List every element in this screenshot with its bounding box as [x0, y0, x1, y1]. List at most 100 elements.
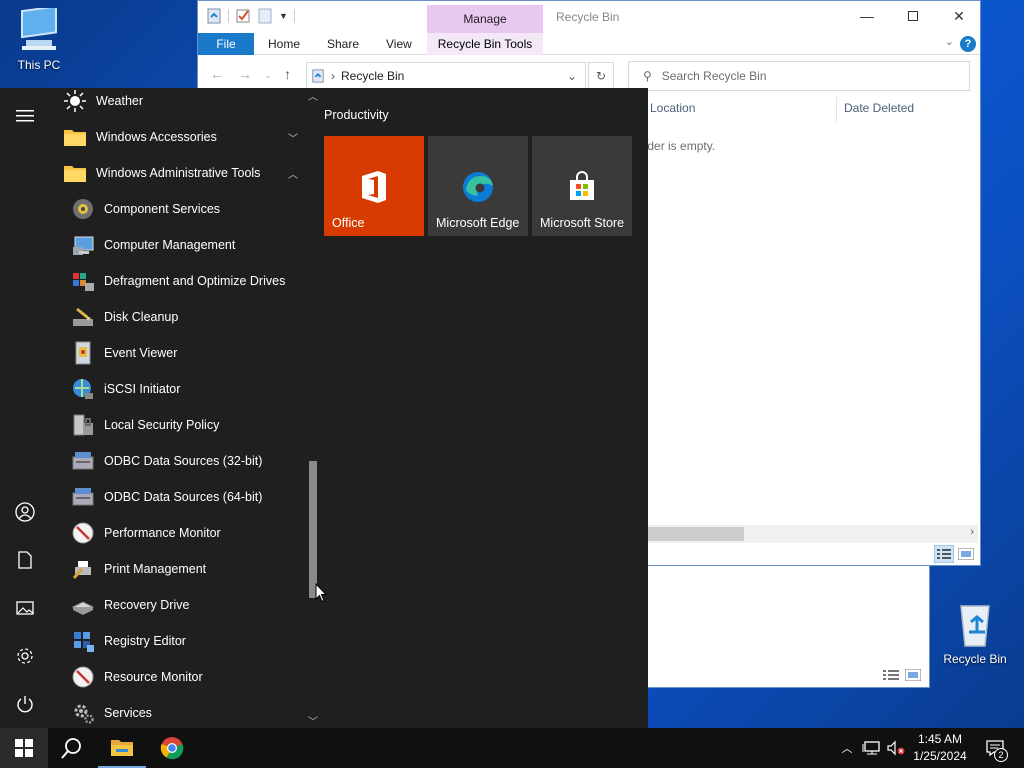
tile-microsoft-store[interactable]: Microsoft Store — [532, 136, 632, 236]
chevron-down-icon[interactable]: ⌄ — [945, 35, 954, 48]
refresh-button[interactable]: ↻ — [588, 62, 614, 90]
tile-label: Microsoft Store — [540, 216, 625, 230]
app-services[interactable]: Services — [50, 695, 306, 728]
show-hidden-icons-icon[interactable]: ︿ — [838, 740, 856, 756]
properties-icon[interactable] — [235, 8, 251, 24]
column-divider[interactable] — [836, 97, 837, 123]
app-label: Windows Administrative Tools — [96, 166, 261, 180]
minimize-icon: — — [860, 8, 874, 24]
weather-icon — [63, 89, 87, 113]
app-weather[interactable]: Weather — [50, 88, 306, 119]
app-odbc-64[interactable]: ODBC Data Sources (64-bit) — [50, 479, 306, 515]
folder-windows-accessories[interactable]: Windows Accessories ﹀ — [50, 119, 306, 155]
address-bar[interactable]: › Recycle Bin ⌄ — [306, 62, 586, 90]
app-event-viewer[interactable]: Event Viewer — [50, 335, 306, 371]
scrollbar-thumb[interactable] — [638, 527, 744, 541]
app-label: Component Services — [104, 202, 221, 216]
tab-recycle-bin-tools[interactable]: Recycle Bin Tools — [427, 33, 543, 55]
column-header-date-deleted[interactable]: Date Deleted — [844, 101, 914, 115]
pictures-button[interactable] — [13, 596, 37, 620]
app-component-services[interactable]: Component Services — [50, 191, 306, 227]
address-dropdown-icon[interactable]: ⌄ — [567, 69, 577, 83]
details-view-icon[interactable] — [934, 545, 954, 563]
close-button[interactable]: ✕ — [936, 1, 982, 31]
clock-time: 1:45 AM — [917, 732, 963, 746]
minimize-button[interactable]: — — [844, 1, 890, 31]
app-recovery-drive[interactable]: Recovery Drive — [50, 587, 306, 623]
tab-share[interactable]: Share — [327, 33, 359, 55]
app-odbc-32[interactable]: ODBC Data Sources (32-bit) — [50, 443, 306, 479]
tab-view[interactable]: View — [386, 33, 412, 55]
folder-windows-administrative-tools[interactable]: Windows Administrative Tools ︿ — [50, 155, 306, 191]
services-icon — [71, 701, 95, 725]
disk-cleanup-icon — [71, 305, 95, 329]
forward-arrow-icon[interactable]: → — [238, 66, 252, 82]
recycle-bin-small-icon[interactable] — [206, 8, 222, 24]
manage-contextual-tab[interactable]: Manage — [427, 5, 543, 33]
documents-button[interactable] — [13, 548, 37, 572]
taskbar-chrome[interactable] — [148, 728, 196, 768]
chevron-down-icon: ﹀ — [288, 133, 298, 145]
app-disk-cleanup[interactable]: Disk Cleanup — [50, 299, 306, 335]
tile-office[interactable]: Office — [324, 136, 424, 236]
desktop-icon-recycle-bin[interactable]: Recycle Bin — [936, 600, 1014, 666]
address-text: Recycle Bin — [341, 69, 405, 83]
app-registry-editor[interactable]: Registry Editor — [50, 623, 306, 659]
app-label: Services — [104, 706, 152, 720]
app-label: Windows Accessories — [96, 130, 217, 144]
start-button[interactable] — [0, 728, 48, 768]
tab-file[interactable]: File — [198, 33, 254, 55]
details-view-icon[interactable] — [883, 669, 899, 681]
settings-button[interactable] — [13, 644, 37, 668]
expand-menu-button[interactable] — [13, 104, 37, 128]
app-defragment-and-optimize-drives[interactable]: Defragment and Optimize Drives — [50, 263, 306, 299]
tab-home[interactable]: Home — [268, 33, 300, 55]
user-account-button[interactable] — [13, 500, 37, 524]
desktop-icon-this-pc[interactable]: This PC — [0, 8, 78, 72]
resource-monitor-icon — [71, 665, 95, 689]
tile-group-title[interactable]: Productivity — [324, 108, 389, 122]
taskbar-file-explorer[interactable] — [98, 728, 146, 768]
search-icon — [61, 738, 81, 759]
app-label: Performance Monitor — [104, 526, 221, 540]
app-local-security-policy[interactable]: Local Security Policy — [50, 407, 306, 443]
app-list-scrollbar[interactable]: ︿ ﹀ — [306, 88, 320, 728]
up-arrow-icon[interactable]: ↑ — [284, 66, 291, 82]
app-label: Registry Editor — [104, 634, 186, 648]
scroll-right-icon[interactable]: › — [970, 526, 974, 538]
power-button[interactable] — [13, 692, 37, 716]
app-performance-monitor[interactable]: Performance Monitor — [50, 515, 306, 551]
search-input[interactable]: ⚲ Search Recycle Bin — [628, 61, 970, 91]
maximize-button[interactable] — [890, 1, 936, 31]
large-icons-view-icon[interactable] — [958, 548, 974, 560]
app-list: Weather Windows Accessories ﹀ Windows Ad… — [50, 88, 306, 728]
search-button[interactable] — [48, 728, 96, 768]
scrollbar-thumb[interactable] — [309, 461, 317, 598]
horizontal-scrollbar[interactable]: › — [638, 525, 978, 543]
app-iscsi-initiator[interactable]: iSCSI Initiator — [50, 371, 306, 407]
app-label: Defragment and Optimize Drives — [104, 274, 286, 288]
document-icon — [18, 551, 32, 569]
window-title: Recycle Bin — [556, 10, 620, 24]
app-print-management[interactable]: Print Management — [50, 551, 306, 587]
clock-date: 1/25/2024 — [913, 749, 967, 763]
app-resource-monitor[interactable]: Resource Monitor — [50, 659, 306, 695]
action-center-button[interactable]: 2 — [980, 728, 1010, 768]
title-bar[interactable]: ▼ Manage Recycle Bin — ✕ — [198, 1, 980, 33]
scroll-up-icon[interactable]: ︿ — [308, 88, 318, 103]
app-computer-management[interactable]: Computer Management — [50, 227, 306, 263]
start-rail — [0, 88, 50, 728]
scroll-down-icon[interactable]: ﹀ — [308, 713, 318, 728]
back-arrow-icon[interactable]: ← — [210, 66, 224, 82]
new-folder-icon[interactable] — [257, 8, 273, 24]
large-icons-view-icon[interactable] — [905, 669, 921, 681]
quick-access-toolbar: ▼ — [206, 8, 295, 24]
app-label: Computer Management — [104, 238, 236, 252]
customize-qat-icon[interactable]: ▼ — [279, 11, 288, 21]
help-button[interactable]: ? — [960, 36, 976, 52]
taskbar-clock[interactable]: 1:45 AM 1/25/2024 — [900, 731, 980, 765]
recent-locations-icon[interactable]: ⌄ — [264, 70, 272, 81]
network-icon[interactable] — [862, 740, 882, 756]
column-header-location[interactable]: Location — [650, 101, 695, 115]
tile-microsoft-edge[interactable]: Microsoft Edge — [428, 136, 528, 236]
